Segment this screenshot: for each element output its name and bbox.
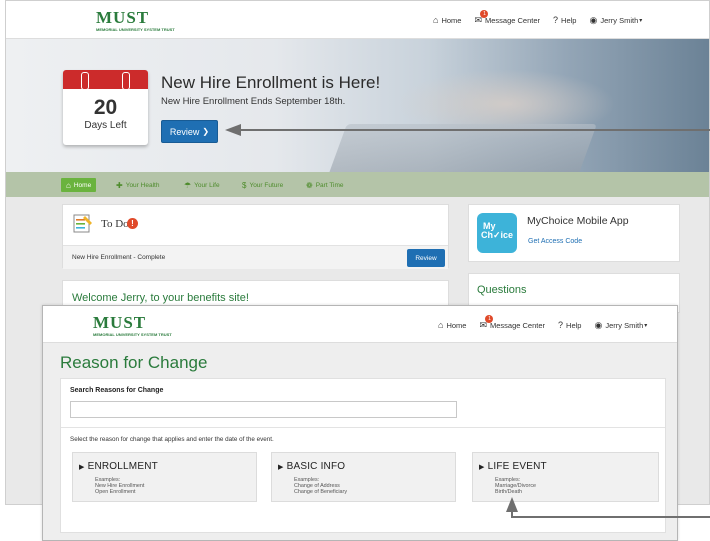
arrow-to-life-event <box>506 497 710 518</box>
arrow-to-review-button <box>225 124 710 136</box>
callout-arrows <box>225 124 710 518</box>
